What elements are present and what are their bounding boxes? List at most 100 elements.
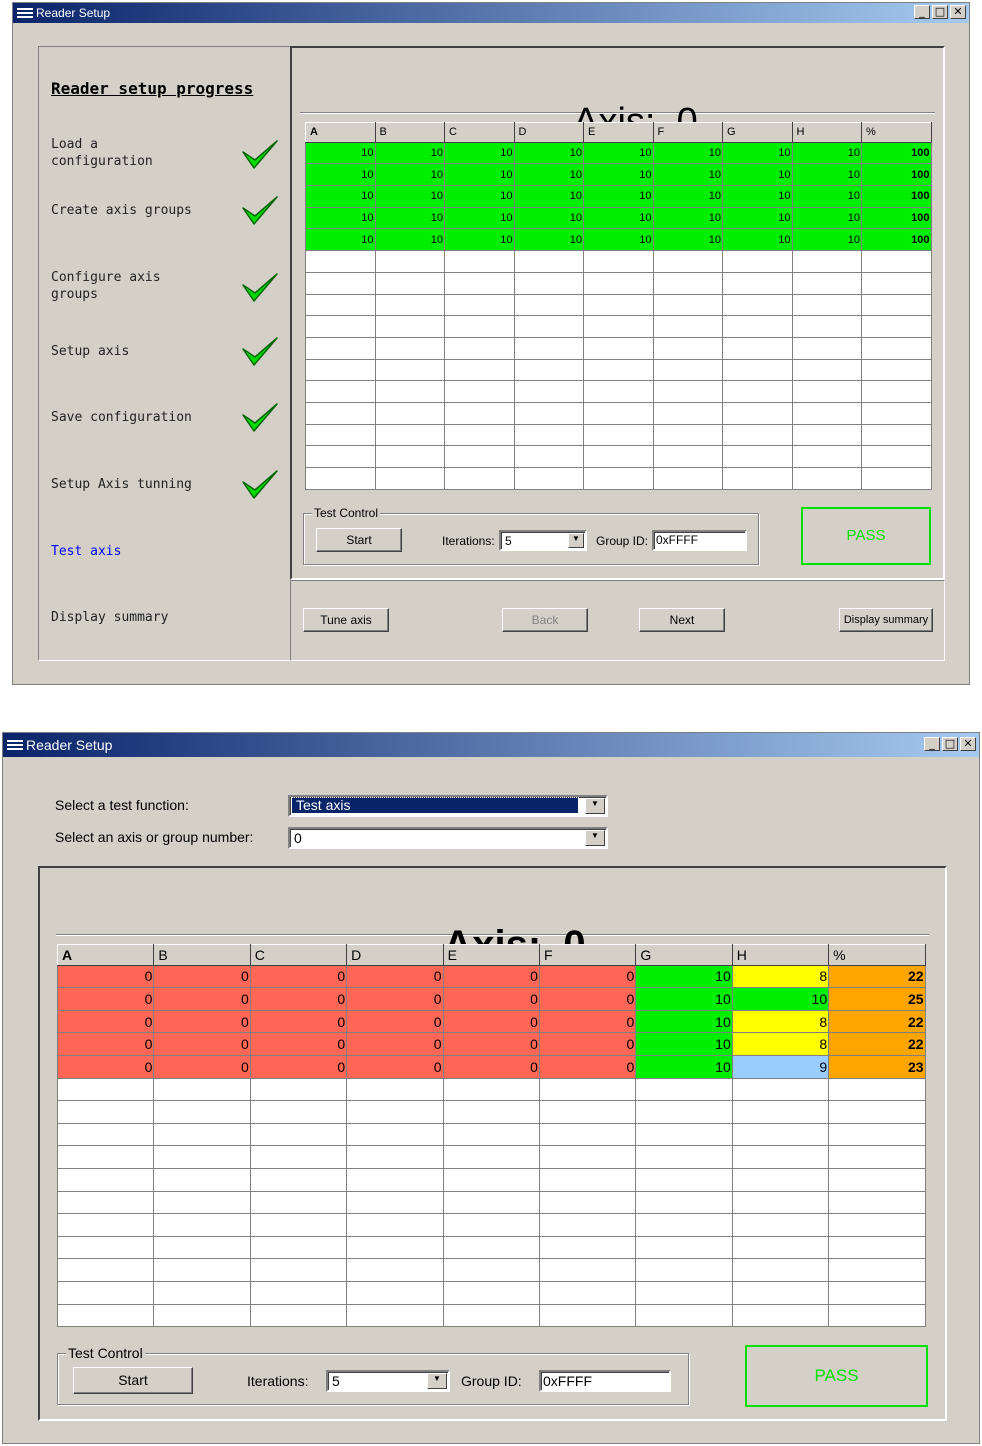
table-cell[interactable]	[442, 1235, 540, 1260]
table-cell[interactable]	[153, 1167, 251, 1192]
table-cell[interactable]	[635, 1235, 733, 1260]
table-cell[interactable]	[583, 467, 654, 490]
table-cell[interactable]	[442, 1303, 540, 1328]
table-cell[interactable]	[583, 423, 654, 447]
table-cell[interactable]: 25	[828, 987, 926, 1011]
table-cell[interactable]: 10	[513, 206, 584, 230]
table-cell[interactable]	[249, 1122, 348, 1147]
table-row[interactable]	[56, 1235, 926, 1260]
column-header[interactable]: G	[722, 122, 793, 143]
table-cell[interactable]: 10	[305, 206, 376, 230]
table-cell[interactable]	[513, 445, 584, 468]
table-row[interactable]: 10 10 10 10 10 10 10 10 100	[305, 141, 932, 165]
table-cell[interactable]	[722, 467, 793, 490]
table-cell[interactable]	[652, 250, 723, 273]
table-row[interactable]	[305, 271, 932, 295]
table-cell[interactable]	[828, 1145, 926, 1169]
table-cell[interactable]: 0	[442, 1054, 540, 1079]
table-row[interactable]	[56, 1190, 926, 1215]
table-row[interactable]	[305, 467, 932, 490]
start-button[interactable]: Start	[73, 1367, 193, 1394]
table-cell[interactable]	[791, 358, 862, 382]
table-cell[interactable]	[861, 271, 932, 295]
table-cell[interactable]	[374, 401, 445, 425]
table-cell[interactable]	[513, 380, 584, 403]
app-menu-icon[interactable]	[7, 738, 23, 752]
table-cell[interactable]	[722, 293, 793, 317]
table-cell[interactable]: 10	[722, 185, 793, 208]
table-cell[interactable]	[374, 293, 445, 317]
table-cell[interactable]: 10	[444, 206, 515, 230]
table-cell[interactable]: 10	[722, 141, 793, 165]
table-cell[interactable]	[513, 315, 584, 338]
table-cell[interactable]	[153, 1280, 251, 1305]
table-cell[interactable]	[861, 358, 932, 382]
table-cell[interactable]	[652, 271, 723, 295]
table-cell[interactable]	[828, 1077, 926, 1102]
tune-axis-button[interactable]: Tune axis	[303, 608, 389, 632]
table-cell[interactable]	[538, 1190, 637, 1215]
table-cell[interactable]: 0	[346, 1054, 444, 1079]
table-cell[interactable]	[249, 1303, 348, 1328]
table-row[interactable]: 0 0 0 0 0 0 10 10 25	[56, 987, 926, 1011]
table-cell[interactable]	[153, 1100, 251, 1124]
table-cell[interactable]	[153, 1303, 251, 1328]
table-cell[interactable]	[444, 271, 515, 295]
table-cell[interactable]	[635, 1190, 733, 1215]
table-row[interactable]: 10 10 10 10 10 10 10 10 100	[305, 185, 932, 208]
column-header[interactable]: F	[652, 122, 723, 143]
table-cell[interactable]: 0	[538, 987, 637, 1011]
table-cell[interactable]: 0	[346, 1009, 444, 1034]
table-cell[interactable]	[731, 1077, 830, 1102]
table-cell[interactable]	[305, 380, 376, 403]
chevron-down-icon[interactable]: ▼	[427, 1373, 447, 1389]
table-cell[interactable]	[583, 336, 654, 360]
table-cell[interactable]: 9	[731, 1054, 830, 1079]
table-cell[interactable]: 0	[442, 1009, 540, 1034]
chevron-down-icon[interactable]: ▼	[568, 533, 584, 548]
table-cell[interactable]	[374, 467, 445, 490]
table-cell[interactable]	[153, 1235, 251, 1260]
table-cell[interactable]	[346, 1100, 444, 1124]
table-cell[interactable]	[249, 1235, 348, 1260]
table-cell[interactable]: 10	[305, 228, 376, 252]
table-cell[interactable]	[444, 358, 515, 382]
table-cell[interactable]: 8	[731, 964, 830, 989]
table-cell[interactable]: 8	[731, 1009, 830, 1034]
table-cell[interactable]	[791, 336, 862, 360]
table-cell[interactable]	[861, 250, 932, 273]
table-cell[interactable]: 0	[249, 1054, 348, 1079]
title-bar[interactable]: Reader Setup _ □ ✕	[3, 733, 979, 757]
table-cell[interactable]: 10	[791, 163, 862, 187]
table-cell[interactable]	[731, 1122, 830, 1147]
table-cell[interactable]: 10	[374, 163, 445, 187]
table-cell[interactable]	[513, 423, 584, 447]
table-cell[interactable]	[249, 1077, 348, 1102]
table-cell[interactable]	[442, 1100, 540, 1124]
table-row[interactable]	[305, 250, 932, 273]
table-cell[interactable]	[635, 1145, 733, 1169]
table-row[interactable]	[305, 380, 932, 403]
table-cell[interactable]	[538, 1167, 637, 1192]
table-cell[interactable]	[346, 1145, 444, 1169]
maximize-icon[interactable]: □	[942, 737, 958, 751]
table-cell[interactable]	[652, 423, 723, 447]
table-cell[interactable]	[56, 1213, 155, 1237]
table-cell[interactable]	[513, 336, 584, 360]
table-cell[interactable]: 10	[583, 185, 654, 208]
table-cell[interactable]	[828, 1258, 926, 1282]
table-cell[interactable]: 10	[305, 141, 376, 165]
column-header[interactable]: G	[635, 944, 733, 966]
table-cell[interactable]	[56, 1077, 155, 1102]
table-cell[interactable]	[56, 1280, 155, 1305]
table-cell[interactable]: 0	[442, 987, 540, 1011]
table-cell[interactable]: 0	[56, 1032, 155, 1056]
table-cell[interactable]: 10	[583, 228, 654, 252]
table-cell[interactable]	[731, 1167, 830, 1192]
table-cell[interactable]	[249, 1167, 348, 1192]
table-cell[interactable]	[56, 1190, 155, 1215]
table-cell[interactable]	[513, 467, 584, 490]
column-header[interactable]: D	[513, 122, 584, 143]
table-cell[interactable]	[444, 293, 515, 317]
table-cell[interactable]	[828, 1303, 926, 1328]
